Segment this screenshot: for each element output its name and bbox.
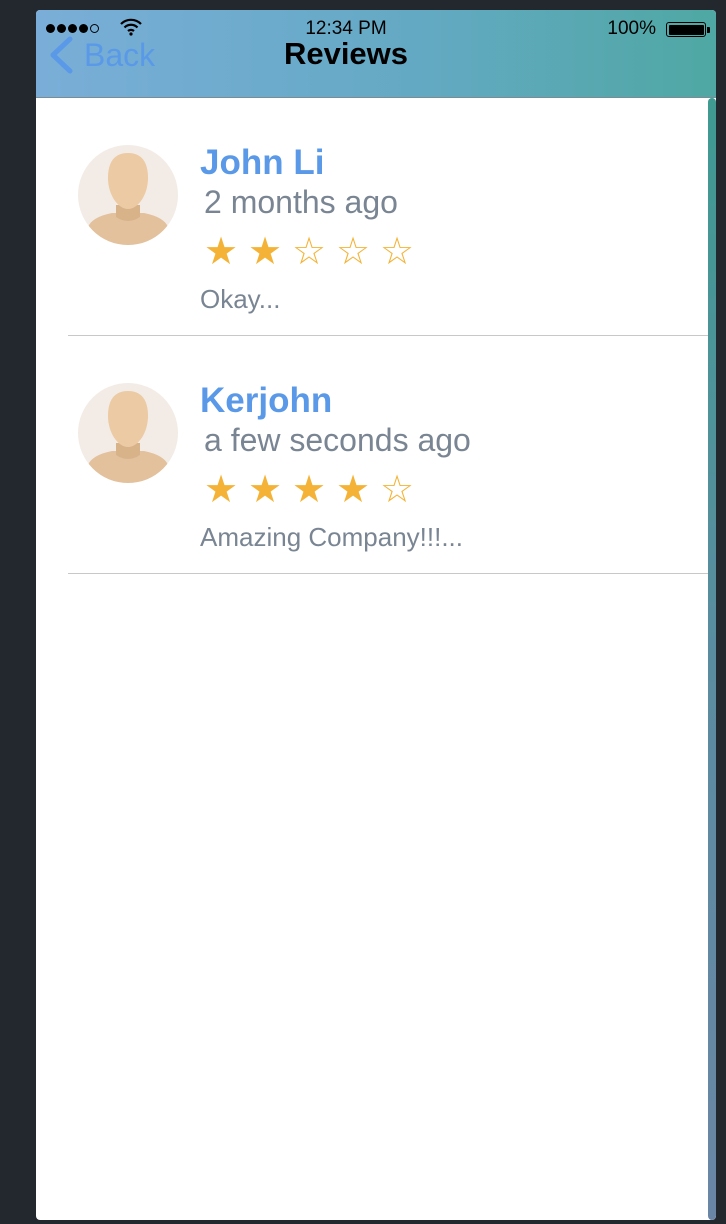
review-time: 2 months ago bbox=[204, 184, 398, 220]
star-filled-icon: ★ bbox=[203, 231, 239, 273]
review-comment: Amazing Company!!!... bbox=[200, 522, 463, 552]
star-empty-icon: ☆ bbox=[379, 231, 415, 273]
star-empty-icon: ☆ bbox=[379, 469, 415, 511]
default-user-avatar-icon bbox=[78, 383, 178, 483]
star-filled-icon: ★ bbox=[247, 469, 283, 511]
star-filled-icon: ★ bbox=[335, 469, 371, 511]
reviewer-name: John Li bbox=[200, 143, 325, 182]
review-item[interactable]: Kerjohn a few seconds ago ★ ★ ★ ★ ☆ Amaz… bbox=[36, 336, 708, 574]
star-filled-icon: ★ bbox=[203, 469, 239, 511]
reviewer-name: Kerjohn bbox=[200, 381, 333, 420]
review-comment: Okay... bbox=[200, 284, 281, 314]
page-title: Reviews bbox=[283, 36, 409, 71]
review-time: a few seconds ago bbox=[204, 422, 471, 458]
star-rating: ★ ★ ☆ ☆ ☆ bbox=[199, 230, 419, 274]
reviews-list: John Li 2 months ago ★ ★ ☆ ☆ ☆ Okay... K… bbox=[36, 98, 708, 574]
phone-screen: 12:34 PM 100% Back Reviews John Li 2 mon… bbox=[36, 10, 716, 1220]
star-filled-icon: ★ bbox=[247, 231, 283, 273]
navigation-bar: 12:34 PM 100% Back Reviews bbox=[36, 10, 716, 98]
default-user-avatar-icon bbox=[78, 145, 178, 245]
battery-icon bbox=[666, 22, 710, 37]
row-divider bbox=[68, 573, 708, 574]
star-empty-icon: ☆ bbox=[335, 231, 371, 273]
star-rating: ★ ★ ★ ★ ☆ bbox=[199, 468, 419, 512]
scrollbar[interactable] bbox=[708, 98, 716, 1220]
review-item[interactable]: John Li 2 months ago ★ ★ ☆ ☆ ☆ Okay... bbox=[36, 98, 708, 336]
star-empty-icon: ☆ bbox=[291, 231, 327, 273]
star-filled-icon: ★ bbox=[291, 469, 327, 511]
